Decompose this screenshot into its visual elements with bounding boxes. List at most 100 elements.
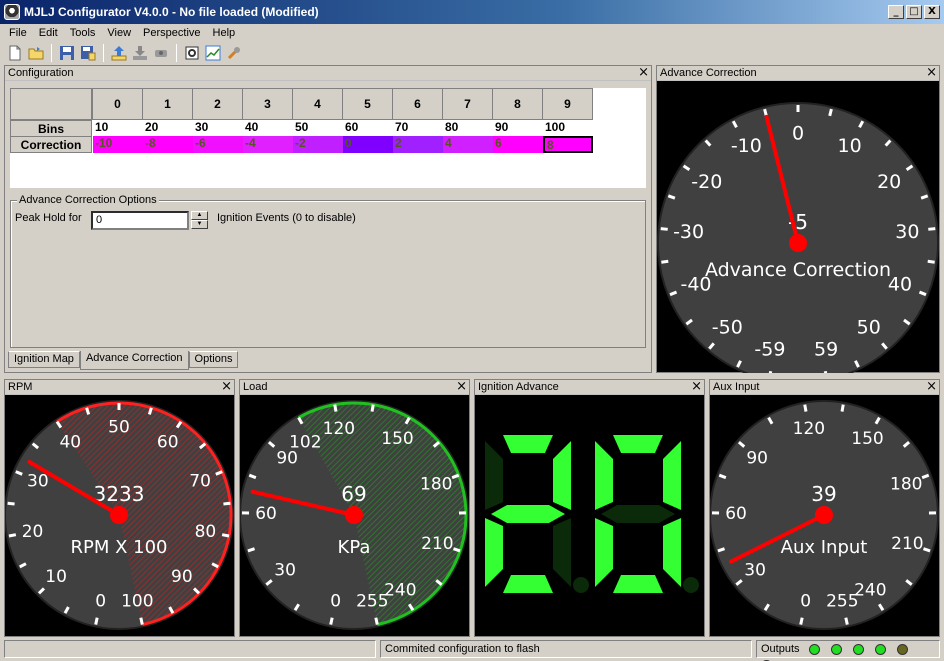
gauge-tick-label: 60	[725, 504, 747, 524]
correction-table: 0 1 2 3 4 5 6 7 8 9 Bins Correction 10 20 30 40 50 60 70 80…	[10, 88, 646, 188]
tab-ignition-map[interactable]: Ignition Map	[8, 351, 80, 368]
gauge-tick-label: 40	[59, 432, 81, 452]
gauge-hub	[789, 234, 807, 252]
gauge-tick-label: 150	[381, 429, 413, 449]
save-as-icon[interactable]	[79, 44, 97, 62]
correction-cell[interactable]: 6	[493, 136, 543, 153]
window-title: MJLJ Configurator V4.0.0 - No file loade…	[24, 5, 319, 19]
gauge-readout: 39	[811, 482, 836, 506]
menu-view[interactable]: View	[101, 27, 137, 39]
bins-cell[interactable]: 90	[493, 120, 543, 137]
bins-cell[interactable]: 40	[243, 120, 293, 137]
menu-file[interactable]: File	[3, 27, 33, 39]
menu-perspective[interactable]: Perspective	[137, 27, 206, 39]
gauge-tick	[660, 227, 668, 231]
correction-cell[interactable]: -6	[193, 136, 243, 153]
close-icon[interactable]: ×	[926, 380, 937, 393]
close-icon[interactable]: ×	[691, 380, 702, 393]
maximize-button[interactable]: □	[906, 5, 922, 19]
correction-cell[interactable]: -10	[93, 136, 143, 153]
segment	[503, 575, 553, 593]
bins-cell[interactable]: 10	[93, 120, 143, 137]
bins-cell[interactable]: 60	[343, 120, 393, 137]
gauge-tick-label: 60	[255, 504, 277, 524]
gauge-tick-label: 50	[857, 317, 881, 339]
bins-cell[interactable]: 100	[543, 120, 593, 137]
gauge-tick-label: -10	[731, 135, 762, 157]
column-header: 3	[242, 88, 293, 120]
output-led	[808, 643, 820, 655]
correction-cell[interactable]: -2	[293, 136, 343, 153]
gauge-tick-label: 20	[877, 171, 901, 193]
column-header: 2	[192, 88, 243, 120]
advance-correction-panel: Advance Correction × -59 -50 -40 -30 -20 -10 0…	[656, 65, 940, 373]
bins-cell[interactable]: 50	[293, 120, 343, 137]
gauge-label: RPM X 100	[70, 537, 167, 558]
outputs-indicator: Outputs	[756, 640, 940, 661]
correction-cell[interactable]: 0	[343, 136, 393, 153]
rpm-body: 0 10 20 30 40 50 60 70 80 90 100 3233 RPM X 100	[5, 395, 234, 636]
gauge-tick	[333, 404, 338, 412]
save-icon[interactable]	[58, 44, 76, 62]
load-panel-header: Load ×	[240, 380, 469, 395]
toolbar	[0, 41, 944, 64]
gauge-tick	[828, 108, 833, 117]
close-icon[interactable]: ×	[926, 66, 937, 79]
status-bar: Commited configuration to flash Outputs	[0, 637, 944, 661]
bins-cell[interactable]: 30	[193, 120, 243, 137]
column-header: 8	[492, 88, 543, 120]
gauge-tick-label: 70	[189, 472, 211, 492]
correction-cell[interactable]: -8	[143, 136, 193, 153]
gauge-tick-label: 210	[891, 534, 923, 554]
close-icon[interactable]: ×	[638, 66, 649, 79]
chart-icon[interactable]	[204, 44, 222, 62]
gauge-tick-label: 50	[108, 418, 130, 438]
correction-cell[interactable]: 2	[393, 136, 443, 153]
ignition-advance-panel-title: Ignition Advance	[478, 381, 559, 393]
gauge-tick-label: 20	[22, 522, 44, 542]
connect-icon[interactable]	[152, 44, 170, 62]
rpm-panel: RPM × 0 10 20 30 40 50 60 70 80 90 100 3233 RPM X 10…	[4, 379, 235, 637]
gauge-hub	[110, 506, 128, 524]
rpm-gauge: 01020304050607080901003233RPM X 100	[5, 400, 234, 630]
tab-options[interactable]: Options	[188, 351, 239, 368]
close-icon[interactable]: ×	[221, 380, 232, 393]
gauge-tick-label: 30	[895, 221, 919, 243]
gauge-hub	[345, 506, 363, 524]
gauge-tick	[799, 617, 804, 625]
open-folder-icon[interactable]	[27, 44, 45, 62]
table-corner	[10, 88, 92, 120]
upload-icon[interactable]	[110, 44, 128, 62]
spin-down-icon[interactable]: ▼	[191, 220, 208, 229]
close-button[interactable]: X	[924, 5, 940, 19]
new-file-icon[interactable]	[6, 44, 24, 62]
minimize-button[interactable]: _	[888, 5, 904, 19]
peak-hold-stepper[interactable]: ▲ ▼	[191, 211, 208, 230]
column-header: 6	[392, 88, 443, 120]
gauge-tick	[717, 547, 726, 553]
segment	[485, 441, 503, 510]
menu-tools[interactable]: Tools	[64, 27, 102, 39]
settings-icon[interactable]	[183, 44, 201, 62]
tab-advance-correction[interactable]: Advance Correction	[79, 351, 189, 370]
bins-cell[interactable]: 80	[443, 120, 493, 137]
peak-hold-input[interactable]: 0	[91, 211, 189, 230]
decimal-point	[573, 577, 589, 593]
correction-cell[interactable]: 4	[443, 136, 493, 153]
close-icon[interactable]: ×	[456, 380, 467, 393]
download-icon[interactable]	[131, 44, 149, 62]
segment	[553, 518, 571, 587]
menu-help[interactable]: Help	[207, 27, 242, 39]
advance-correction-panel-title: Advance Correction	[660, 67, 757, 79]
bins-cell[interactable]: 70	[393, 120, 443, 137]
gauge-hub	[815, 506, 833, 524]
correction-cell[interactable]: 8	[543, 136, 593, 153]
correction-cell[interactable]: -4	[243, 136, 293, 153]
bins-cell[interactable]: 20	[143, 120, 193, 137]
menu-edit[interactable]: Edit	[33, 27, 64, 39]
spin-up-icon[interactable]: ▲	[191, 211, 208, 220]
wrench-icon[interactable]	[225, 44, 243, 62]
column-header: 9	[542, 88, 593, 120]
load-body: 0 30 60 90 102 120 150 180 210 240 255 69 KPa	[240, 395, 469, 636]
segment	[595, 518, 613, 587]
